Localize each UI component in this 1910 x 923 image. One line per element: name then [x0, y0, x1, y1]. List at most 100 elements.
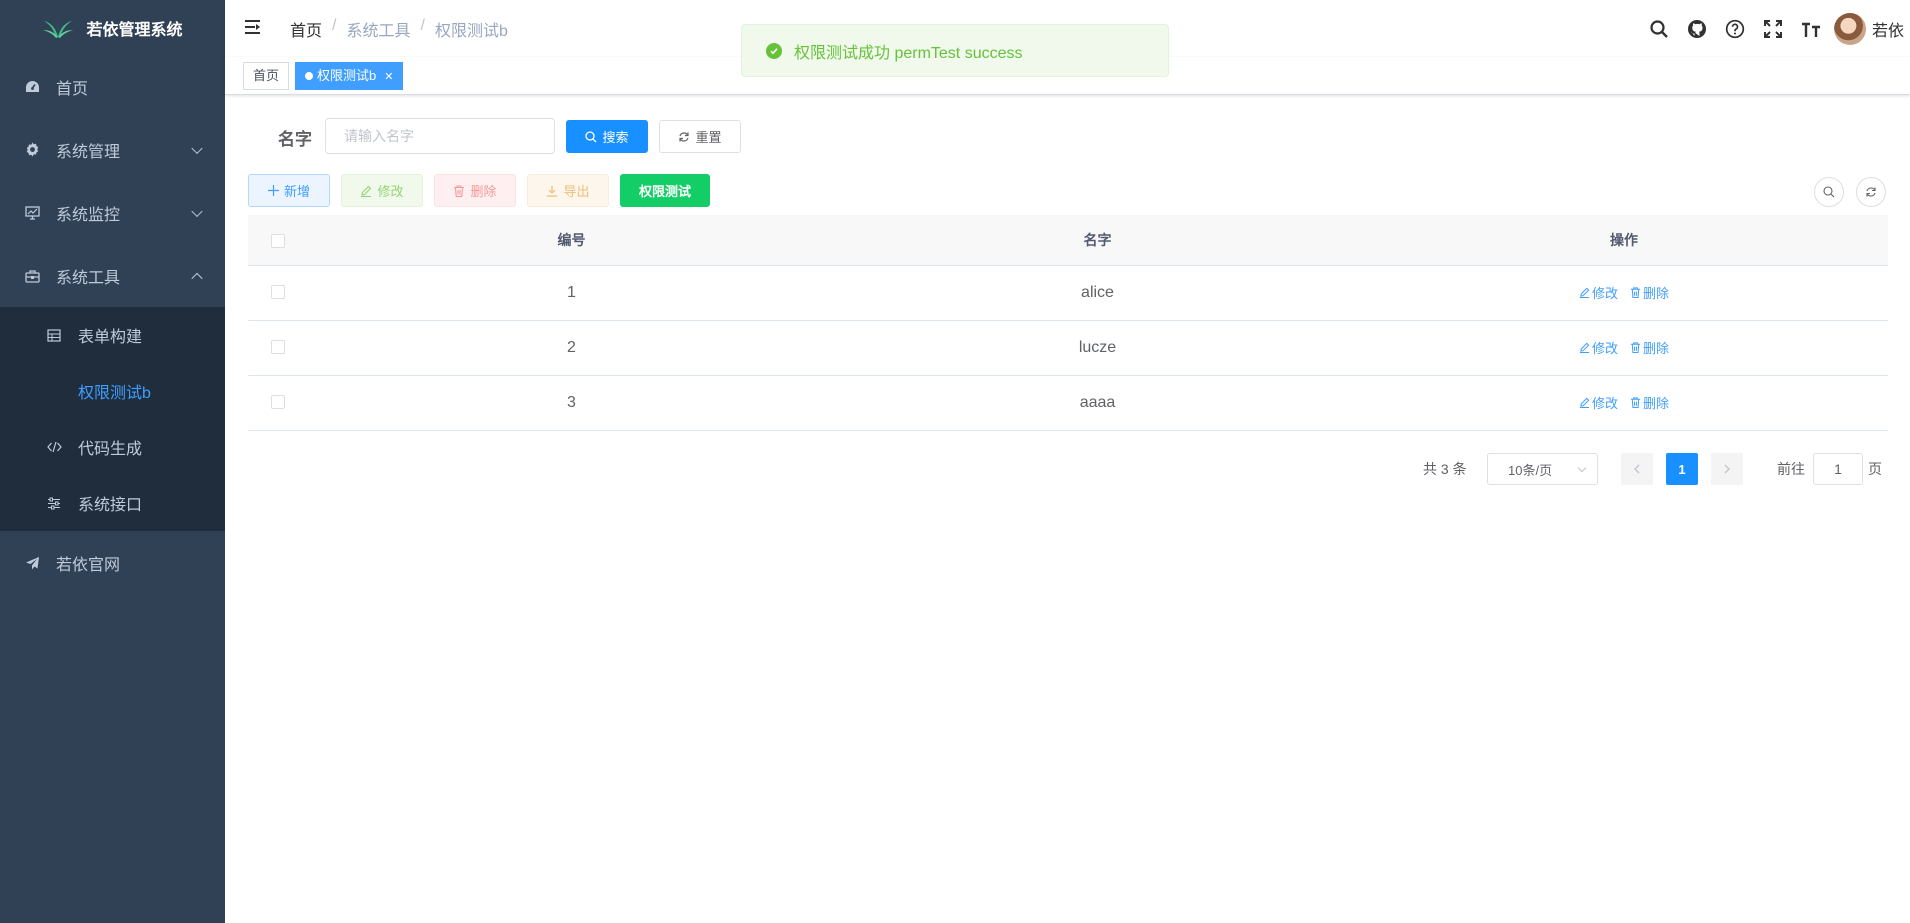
sidebar-item-perm-test[interactable]: 权限测试b [0, 363, 225, 419]
next-page-button[interactable] [1711, 453, 1743, 485]
add-button[interactable]: 新增 [248, 174, 330, 207]
search-icon [585, 130, 597, 142]
help-icon[interactable] [1716, 0, 1754, 57]
refresh-button[interactable] [1856, 177, 1886, 207]
sidebar-item-ruoyi-site[interactable]: 若依官网 [0, 531, 225, 594]
table-row: 2 lucze 修改 删除 [248, 320, 1888, 376]
perm-test-button[interactable]: 权限测试 [620, 174, 710, 207]
row-select-cell [248, 375, 308, 431]
sidebar-item-system-api[interactable]: 系统接口 [0, 475, 225, 531]
close-icon[interactable]: ✕ [384, 71, 393, 83]
chevron-up-icon [191, 272, 203, 284]
page-size-select[interactable]: 10条/页 [1487, 453, 1598, 485]
table-row: 3 aaaa 修改 删除 [248, 375, 1888, 431]
sidebar-item-label: 首页 [56, 80, 89, 98]
column-header-ops: 操作 [1360, 215, 1888, 266]
prev-page-button[interactable] [1621, 453, 1653, 485]
user-name[interactable]: 若依 [1872, 17, 1904, 41]
column-header-name[interactable]: 名字 [835, 215, 1360, 266]
row-delete-label: 删除 [1643, 340, 1670, 356]
row-checkbox[interactable] [271, 340, 285, 355]
toggle-search-button[interactable] [1814, 177, 1844, 207]
hamburger-icon[interactable] [243, 17, 263, 37]
row-delete-link[interactable]: 删除 [1630, 338, 1669, 357]
logo-title: 若依管理系统 [86, 21, 183, 39]
trash-icon [1630, 341, 1641, 353]
breadcrumb: 首页 / 系统工具 / 权限测试b [290, 17, 508, 41]
cell-ops: 修改 删除 [1360, 375, 1888, 431]
row-edit-link[interactable]: 修改 [1579, 393, 1618, 412]
search-name-input[interactable] [325, 118, 555, 154]
fullscreen-icon[interactable] [1754, 0, 1792, 57]
main-content: 名字 搜索 重置 新增 修改 删除 导出 权限测试 编号 名字 [225, 95, 1910, 923]
delete-button-label: 删除 [470, 184, 497, 199]
avatar[interactable] [1833, 12, 1866, 45]
active-dot-icon [305, 72, 313, 80]
tag-perm-test[interactable]: 权限测试b ✕ [295, 62, 404, 90]
toolbox-icon [24, 268, 40, 284]
logo-icon [43, 17, 74, 38]
breadcrumb-separator: / [420, 17, 425, 34]
sidebar-item-label: 代码生成 [78, 441, 143, 458]
row-delete-link[interactable]: 删除 [1630, 393, 1669, 412]
row-delete-label: 删除 [1643, 285, 1670, 301]
reset-button[interactable]: 重置 [659, 120, 741, 153]
right-menu: 若依 [1640, 0, 1910, 57]
sidebar-item-system-tools[interactable]: 系统工具 [0, 244, 225, 307]
edit-icon [1579, 397, 1590, 408]
monitor-icon [24, 205, 40, 221]
column-header-id[interactable]: 编号 [308, 215, 835, 266]
table-header-row: 编号 名字 操作 [248, 215, 1888, 266]
delete-button[interactable]: 删除 [434, 174, 516, 207]
dashboard-icon [24, 79, 40, 95]
trash-icon [1630, 396, 1641, 408]
chevron-left-icon [1634, 464, 1640, 474]
row-delete-link[interactable]: 删除 [1630, 283, 1669, 302]
trash-icon [1630, 286, 1641, 298]
page-number-current[interactable]: 1 [1666, 453, 1698, 485]
cell-id: 2 [308, 320, 835, 376]
goto-label: 前往 [1777, 461, 1805, 477]
logo[interactable]: 若依管理系统 [0, 0, 225, 55]
edit-button[interactable]: 修改 [341, 174, 423, 207]
sidebar: 若依管理系统 首页 系统管理 系统监控 系统工具 表单构建 权限测试b 代码生成… [0, 0, 225, 923]
row-edit-label: 修改 [1591, 395, 1618, 411]
breadcrumb-separator: / [332, 17, 337, 34]
row-edit-label: 修改 [1591, 285, 1618, 301]
refresh-icon [679, 131, 690, 142]
font-size-icon[interactable] [1792, 0, 1830, 57]
sidebar-item-label: 权限测试b [78, 385, 151, 402]
goto-page-input[interactable] [1813, 453, 1863, 485]
send-icon [24, 555, 40, 571]
sidebar-item-home[interactable]: 首页 [0, 55, 225, 118]
search-icon[interactable] [1640, 0, 1678, 57]
export-button[interactable]: 导出 [527, 174, 609, 207]
chevron-down-icon [1577, 463, 1587, 473]
chevron-right-icon [1724, 464, 1730, 474]
github-icon[interactable] [1678, 0, 1716, 57]
chevron-down-icon [191, 205, 203, 217]
download-icon [547, 185, 558, 197]
select-all-checkbox[interactable] [271, 233, 285, 248]
row-delete-label: 删除 [1643, 395, 1670, 411]
row-edit-link[interactable]: 修改 [1579, 338, 1618, 357]
edit-button-label: 修改 [377, 184, 404, 199]
sidebar-item-code-gen[interactable]: 代码生成 [0, 419, 225, 475]
row-checkbox[interactable] [271, 395, 285, 410]
cell-id: 1 [308, 265, 835, 321]
row-edit-link[interactable]: 修改 [1579, 283, 1618, 302]
sidebar-item-system-monitor[interactable]: 系统监控 [0, 181, 225, 244]
search-button[interactable]: 搜索 [566, 120, 648, 153]
breadcrumb-home[interactable]: 首页 [290, 17, 322, 41]
sidebar-item-system-manage[interactable]: 系统管理 [0, 118, 225, 181]
tag-home[interactable]: 首页 [243, 62, 290, 90]
page-size-value: 10条/页 [1508, 462, 1553, 478]
search-name-label: 名字 [278, 130, 312, 149]
add-button-label: 新增 [283, 184, 310, 199]
goto-suffix: 页 [1868, 461, 1882, 477]
row-checkbox[interactable] [271, 285, 285, 300]
perm-test-button-label: 权限测试 [638, 184, 691, 199]
submenu-system-tools: 表单构建 权限测试b 代码生成 系统接口 [0, 307, 225, 531]
breadcrumb-current: 权限测试b [434, 23, 508, 40]
sidebar-item-form-build[interactable]: 表单构建 [0, 307, 225, 363]
